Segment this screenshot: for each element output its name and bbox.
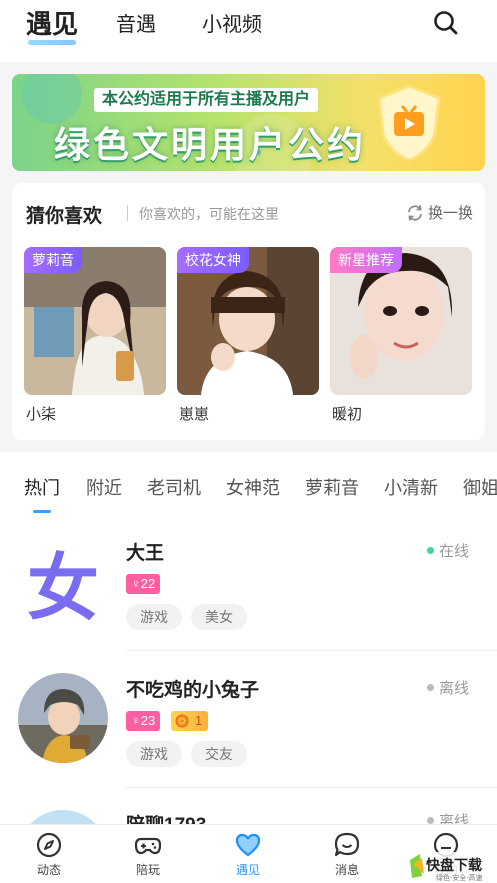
tab-short-video[interactable]: 小视频	[202, 8, 262, 37]
refresh-button[interactable]: 换一换	[406, 202, 473, 223]
recommend-card[interactable]: 新星推荐	[330, 247, 472, 395]
tab-meet[interactable]: 遇见	[26, 4, 78, 41]
site-watermark: 快盘下载 绿色·安全·高速	[406, 846, 497, 883]
user-tag: 美女	[191, 604, 247, 630]
watermark-main: 快盘下载	[426, 857, 482, 874]
watermark-logo: 快盘下载 绿色·安全·高速	[406, 852, 497, 883]
card-name: 暖初	[332, 406, 363, 423]
user-name: 大王	[126, 543, 165, 564]
offline-dot	[426, 817, 434, 824]
avatar: 女	[18, 536, 108, 626]
status-indicator: 离线	[426, 810, 469, 824]
card-badge: 校花女神	[177, 247, 249, 273]
user-tag: 交友	[191, 741, 247, 767]
recommend-card[interactable]: 萝莉音	[24, 247, 166, 395]
recommend-card[interactable]: 校花女神	[177, 247, 319, 395]
avatar	[18, 810, 108, 824]
status-text: 离线	[438, 813, 469, 824]
avatar-placeholder: 女	[26, 545, 99, 627]
tv-shield-icon	[377, 84, 441, 162]
user-tag: 游戏	[126, 741, 182, 767]
category-tab-loli-voice[interactable]: 萝莉音	[305, 474, 359, 500]
watermark-sub: 绿色·安全·高速	[436, 873, 482, 882]
tab-voice-meet[interactable]: 音遇	[116, 8, 156, 37]
online-dot	[426, 547, 434, 554]
card-badge: 萝莉音	[24, 247, 82, 273]
category-tabs: 热门 附近 老司机 女神范 萝莉音 小清新 御姐	[0, 452, 497, 514]
convention-banner[interactable]: 本公约适用于所有主播及用户 绿色文明用户公约	[12, 74, 485, 171]
avatar-photo	[18, 673, 108, 763]
card-badge: 新星推荐	[330, 247, 402, 273]
nav-play[interactable]: 陪玩	[118, 831, 178, 878]
level-value: 1	[195, 713, 203, 728]
category-tab-veteran[interactable]: 老司机	[147, 474, 201, 500]
nav-label: 消息	[334, 863, 359, 877]
active-tab-indicator	[28, 40, 76, 45]
gamepad-icon	[134, 837, 162, 855]
card-name: 崽崽	[179, 406, 210, 423]
nav-label: 动态	[36, 863, 61, 877]
heart-icon	[235, 833, 261, 857]
section-subtitle: 你喜欢的，可能在这里	[139, 206, 279, 222]
gender-age-badge: ♀23	[126, 711, 161, 731]
refresh-label: 换一换	[427, 205, 473, 222]
refresh-icon	[408, 204, 422, 221]
category-tab-fresh[interactable]: 小清新	[384, 474, 438, 500]
top-navigation: 遇见 音遇 小视频	[0, 0, 497, 62]
offline-dot	[426, 684, 434, 691]
compass-icon	[36, 832, 62, 858]
status-indicator: 离线	[426, 677, 469, 698]
active-category-indicator	[33, 510, 51, 513]
category-tab-mature[interactable]: 御姐	[463, 474, 497, 500]
category-tab-nearby[interactable]: 附近	[86, 474, 122, 500]
list-item[interactable]: 女 大王 在线 ♀22 游戏 美女	[0, 514, 497, 651]
divider	[127, 205, 128, 221]
section-title: 猜你喜欢	[26, 206, 103, 227]
avatar	[18, 673, 108, 763]
nav-label: 遇见	[235, 863, 260, 877]
list-item[interactable]: 陪聊1793 离线	[0, 788, 497, 824]
status-text: 在线	[438, 543, 469, 560]
level-badge: 1	[171, 711, 209, 731]
gender-age-badge: ♀22	[126, 574, 161, 594]
coin-icon	[175, 714, 189, 728]
list-item[interactable]: 不吃鸡的小兔子 离线 ♀23 1 游戏 交友	[0, 651, 497, 788]
user-name: 陪聊1793	[126, 810, 206, 824]
search-icon[interactable]	[433, 10, 459, 36]
category-tab-hot[interactable]: 热门	[24, 474, 60, 500]
nav-messages[interactable]: 消息	[317, 831, 377, 878]
category-tab-goddess[interactable]: 女神范	[226, 474, 280, 500]
guess-you-like-section: 猜你喜欢 你喜欢的，可能在这里 换一换 萝莉音 校花女神 新星推荐 小柒 崽崽 …	[12, 183, 485, 440]
banner-subtitle: 本公约适用于所有主播及用户	[94, 88, 319, 112]
status-text: 离线	[438, 680, 469, 697]
nav-meet[interactable]: 遇见	[218, 831, 278, 878]
status-indicator: 在线	[426, 540, 469, 561]
nav-label: 陪玩	[135, 863, 160, 877]
card-name: 小柒	[26, 406, 57, 423]
user-tag: 游戏	[126, 604, 182, 630]
user-list: 女 大王 在线 ♀22 游戏 美女 不吃鸡的小兔子 离线 ♀23 1 游戏 交友…	[0, 514, 497, 824]
chat-icon	[334, 832, 360, 857]
user-name: 不吃鸡的小兔子	[126, 680, 260, 701]
nav-feed[interactable]: 动态	[19, 831, 79, 878]
banner-title: 绿色文明用户公约	[54, 124, 367, 165]
